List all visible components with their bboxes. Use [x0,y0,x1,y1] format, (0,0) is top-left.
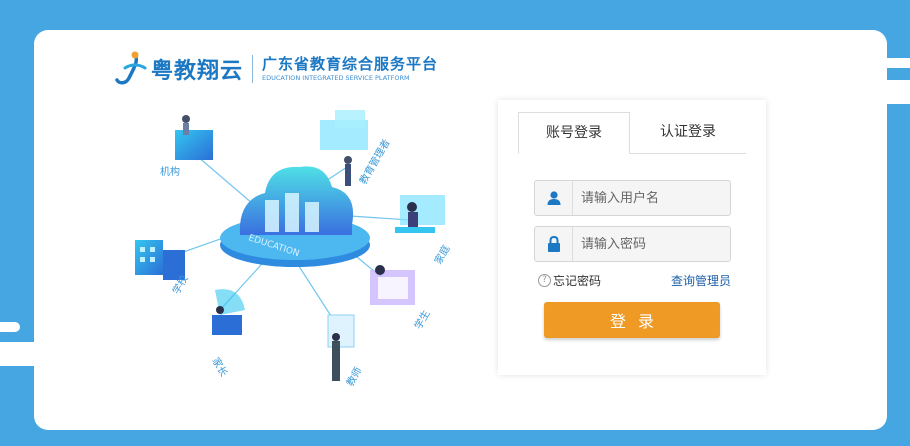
tab-certificate-login[interactable]: 认证登录 [630,112,746,154]
node-label: 机构 [160,165,180,178]
user-icon [535,181,573,215]
login-tabs: 账号登录 认证登录 [518,112,746,154]
tab-account-login[interactable]: 账号登录 [518,112,630,154]
password-field[interactable] [534,226,731,262]
query-admin-link[interactable]: 查询管理员 [671,272,731,289]
username-field[interactable] [534,180,731,216]
password-input[interactable] [573,236,723,252]
node-teacher: 教师 [327,314,365,389]
node-school: 学校 [135,240,191,297]
login-button[interactable]: 登录 [544,302,720,338]
forgot-password-label: 忘记密码 [553,274,602,288]
forgot-password-link[interactable]: ? 忘记密码 [538,272,601,289]
brand-name: 粤教翔云 [151,59,244,84]
help-icon: ? [538,274,551,287]
login-panel: 账号登录 认证登录 ? 忘记密码 查询管理员 登录 [498,100,766,375]
lock-icon [535,227,573,261]
node-label: 家庭 [431,243,452,267]
node-parent: 家长 [209,289,245,379]
logo-divider [252,55,254,83]
node-student: 学生 [370,265,433,332]
node-label: 学生 [411,308,432,332]
brand-logo: 粤教翔云 广东省教育综合服务平台 EDUCATION INTEGRATED SE… [113,50,438,88]
brand-mark-icon [115,51,147,85]
brand-subtitle-cn: 广东省教育综合服务平台 [262,54,439,73]
node-label: 教师 [343,365,364,389]
education-network-illustration: EDUCATION 机构 教育管理者 家庭 学生 教师 家长 学校 [135,110,453,389]
node-administrator: 教育管理者 [320,110,393,187]
decor-pill [0,322,20,332]
username-input[interactable] [573,190,723,206]
brand-subtitle-en: EDUCATION INTEGRATED SERVICE PLATFORM [262,73,410,82]
node-family: 家庭 [395,195,453,267]
node-institution: 机构 [160,115,213,178]
brand-subtitle: 广东省教育综合服务平台 EDUCATION INTEGRATED SERVICE… [262,56,438,83]
node-label: 家长 [209,355,230,379]
